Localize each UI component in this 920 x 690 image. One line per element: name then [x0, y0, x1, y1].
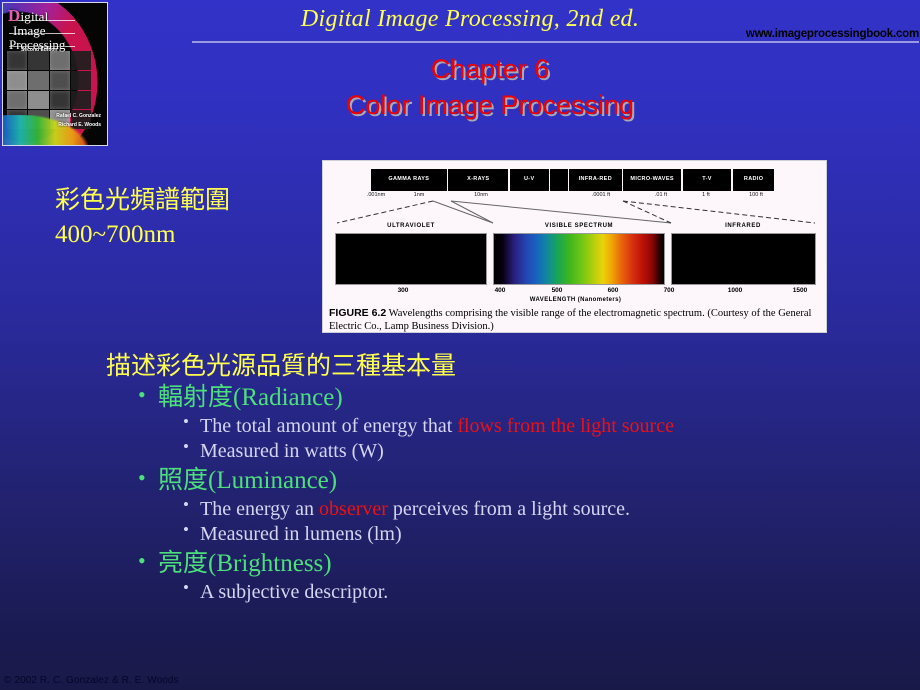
spectrum-range-label: 彩色光頻譜範圍 [55, 187, 231, 214]
ultraviolet-strip [335, 233, 487, 285]
visible-spectrum-strip [493, 233, 665, 285]
figure-sub-label-infrared: INFRARED [725, 223, 761, 229]
spectrum-range-value: 400~700nm [55, 220, 176, 248]
body-term: 亮度(Brightness) [136, 548, 906, 579]
wavelength-axis-ticks: 300 400 500 600 700 1000 1500 [335, 287, 816, 297]
wavelength-tick: 400 [494, 287, 506, 294]
em-band-x-rays: X-RAYS [448, 169, 509, 191]
wavelength-tick: 700 [663, 287, 675, 294]
figure-caption-text: Wavelengths comprising the visible range… [329, 308, 812, 332]
em-band-radio: RADIO [732, 169, 775, 191]
book-cover-title-line1: igital [20, 9, 49, 24]
wavelength-tick: 300 [397, 287, 409, 294]
slide-header-title: Digital Image Processing, 2nd ed. [300, 6, 640, 32]
figure-connector-lines [336, 200, 816, 224]
em-band-visible [550, 169, 568, 191]
body-detail: Measured in watts (W) [180, 437, 906, 463]
body-detail-text-tail: perceives from a light source. [387, 497, 631, 520]
infrared-strip [671, 233, 816, 285]
page-title: Chapter 6 Color Image Processing [110, 52, 870, 123]
body-bullet-list: 輻射度(Radiance)The total amount of energy … [106, 382, 906, 604]
body-detail-text: Measured in lumens (lm) [200, 523, 402, 546]
header-divider [192, 41, 919, 43]
footer-copyright: © 2002 R. C. Gonzalez & R. E. Woods [4, 675, 179, 686]
em-scale-tick: 10nm [474, 192, 488, 198]
em-scale-tick: .0001 ft [591, 192, 611, 198]
body-term: 輻射度(Radiance) [136, 382, 906, 413]
body-term: 照度(Luminance) [136, 465, 906, 496]
em-scale-tick: 1nm [413, 192, 425, 198]
figure-6-2: GAMMA RAYS X-RAYS U-V INFRA-RED MICRO-WAVES T… [322, 160, 827, 333]
body-detail: Measured in lumens (lm) [180, 520, 906, 546]
wavelength-tick: 1500 [792, 287, 808, 294]
figure-number: FIGURE 6.2 [329, 307, 387, 319]
em-band-micro-waves: MICRO-WAVES [623, 169, 682, 191]
em-band-infra-red: INFRA-RED [569, 169, 622, 191]
book-cover-title-capital: D [8, 6, 21, 25]
book-cover-title-line2: Image [13, 23, 46, 39]
body-detail-highlight: flows from the light source [457, 415, 674, 437]
em-spectrum-band-row: GAMMA RAYS X-RAYS U-V INFRA-RED MICRO-WAVES T… [371, 169, 776, 191]
wavelength-tick: 500 [551, 287, 563, 294]
body-detail-text: Measured in watts (W) [200, 440, 384, 463]
book-cover-edition: Second Edition [21, 47, 58, 53]
em-scale-tick: .01 ft [654, 192, 668, 198]
body-detail: The energy an observer perceives from a … [180, 495, 906, 521]
body-content: 描述彩色光源品質的三種基本量 輻射度(Radiance)The total am… [106, 352, 906, 604]
book-cover-author-2: Richard E. Woods [58, 121, 101, 128]
figure-sub-label-ultraviolet: ULTRAVIOLET [387, 223, 435, 229]
body-heading: 描述彩色光源品質的三種基本量 [106, 353, 457, 380]
book-cover-authors: Rafael C. Gonzalez Richard E. Woods [56, 112, 101, 129]
body-detail-text: The energy an [200, 497, 320, 520]
slide-canvas: Digital Image Processing Second Edition … [0, 0, 920, 690]
body-detail-highlight: observer [319, 497, 388, 520]
chapter-number-line: Chapter 6 [430, 54, 550, 84]
body-detail: The total amount of energy that flows fr… [180, 412, 906, 438]
wavelength-axis-title: WAVELENGTH (Nanometers) [529, 297, 622, 303]
em-scale-tick: 1 ft [702, 192, 710, 198]
em-band-t-v: T-V [682, 169, 732, 191]
em-scale-tick: .001nm [366, 192, 386, 198]
em-band-gamma-rays: GAMMA RAYS [371, 169, 447, 191]
book-cover-title: Digital Image Processing [8, 7, 65, 51]
figure-sub-labels: ULTRAVIOLET VISIBLE SPECTRUM INFRARED [323, 223, 828, 233]
spectrum-range-note: 彩色光頻譜範圍 400~700nm [55, 184, 230, 251]
em-scale-tick: 100 ft [749, 192, 763, 198]
figure-sub-label-visible-spectrum: VISIBLE SPECTRUM [544, 223, 614, 229]
body-detail: A subjective descriptor. [180, 578, 906, 604]
chapter-name-line: Color Image Processing [345, 89, 635, 120]
wavelength-tick: 1000 [727, 287, 743, 294]
body-detail-text: A subjective descriptor. [200, 580, 389, 603]
figure-caption: FIGURE 6.2 Wavelengths comprising the vi… [329, 307, 823, 334]
book-cover-author-1: Rafael C. Gonzalez [56, 113, 101, 119]
wavelength-tick: 600 [607, 287, 619, 294]
book-cover-image: Digital Image Processing Second Edition … [2, 2, 108, 146]
slide-header-url[interactable]: www.imageprocessingbook.com [746, 28, 919, 40]
em-band-u-v: U-V [509, 169, 549, 191]
spectrum-strip-row [335, 233, 816, 285]
body-detail-text: The total amount of energy that [200, 415, 458, 437]
